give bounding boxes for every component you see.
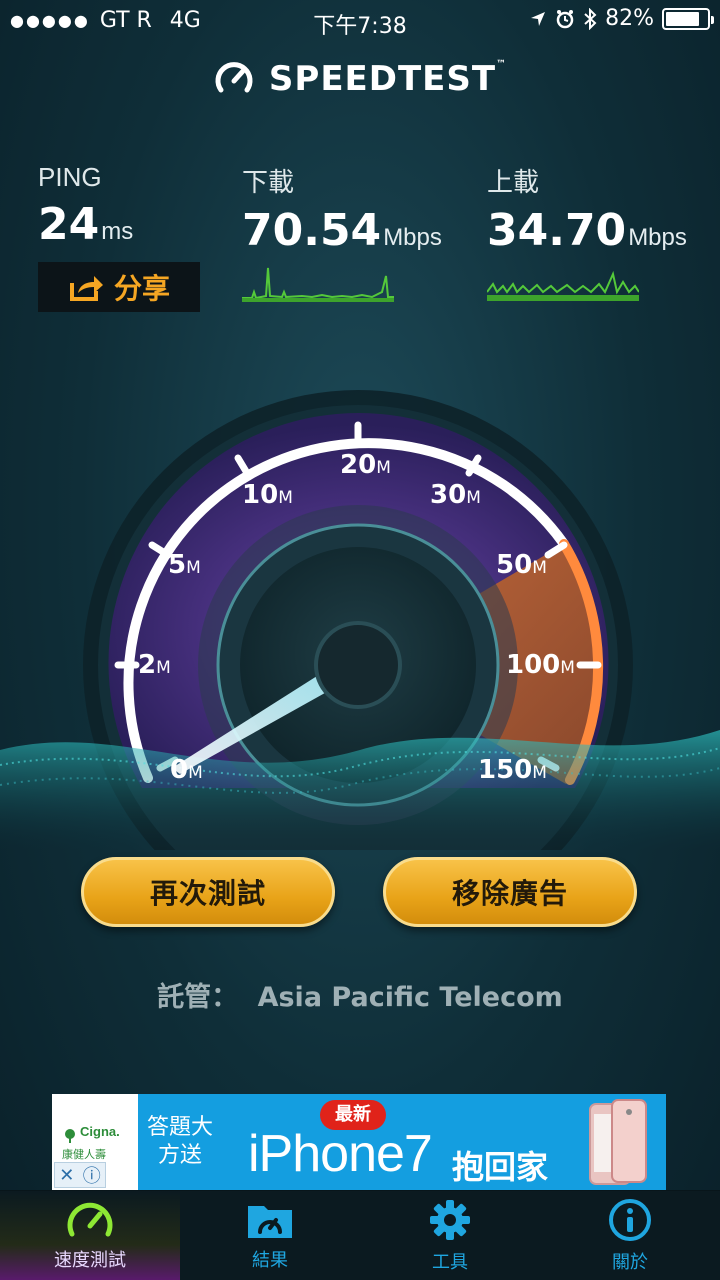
- gauge-label-5: 5M: [168, 550, 201, 580]
- share-label: 分享: [113, 272, 170, 305]
- alarm-icon: [556, 9, 574, 28]
- app-logo: SPEEDTEST™: [0, 58, 720, 100]
- location-arrow-icon: [531, 11, 546, 26]
- ping-stat: PING 24ms: [38, 162, 133, 250]
- ad-product: iPhone7: [248, 1125, 433, 1183]
- ad-info-icon[interactable]: ⓘ: [83, 1162, 101, 1188]
- status-bar: ●●●●● GT R 4G 下午7:38 82%: [0, 0, 720, 40]
- gauge-label-150: 150M: [478, 755, 547, 785]
- host-info: 託管： Asia Pacific Telecom: [0, 975, 720, 1014]
- ad-brand-panel: Cigna. 康健人壽 ✕ ⓘ: [52, 1094, 138, 1190]
- tab-about[interactable]: 關於: [540, 1191, 720, 1280]
- remove-ads-button[interactable]: 移除廣告: [383, 857, 637, 927]
- ad-close-icon[interactable]: ✕: [59, 1165, 74, 1186]
- gauge-label-20: 20M: [340, 450, 391, 480]
- ad-controls: ✕ ⓘ: [54, 1162, 106, 1188]
- speed-gauge: 0M 2M 5M 10M 20M 30M 50M 100M 150M: [0, 370, 720, 940]
- share-icon: [69, 276, 103, 301]
- share-button[interactable]: 分享: [38, 262, 200, 312]
- battery-percent: 82%: [605, 6, 654, 31]
- gauge-label-10: 10M: [242, 480, 293, 510]
- upload-sparkline: [487, 270, 639, 301]
- download-stat: 下載 70.54Mbps: [242, 162, 442, 302]
- iphone-image: [589, 1099, 647, 1185]
- gear-icon: [430, 1200, 470, 1240]
- cigna-tree-icon: [65, 1129, 75, 1143]
- upload-label: 上載: [487, 167, 540, 197]
- gauge-label-50: 50M: [496, 550, 547, 580]
- status-right: 82%: [529, 6, 714, 31]
- bluetooth-icon: [584, 7, 597, 30]
- retest-button[interactable]: 再次測試: [81, 857, 335, 927]
- ping-value: 24: [38, 199, 100, 250]
- speedometer-icon: [67, 1202, 113, 1237]
- results-folder-icon: [248, 1206, 292, 1238]
- download-unit: Mbps: [383, 224, 442, 251]
- tab-bar: 速度測試 結果 工具 關於: [0, 1190, 720, 1280]
- tab-speed-test[interactable]: 速度測試: [0, 1191, 180, 1280]
- ping-label: PING: [38, 162, 102, 192]
- download-label: 下載: [242, 167, 295, 197]
- ping-unit: ms: [101, 218, 134, 245]
- gauge-label-100: 100M: [506, 650, 575, 680]
- ad-question: 答題大方送: [146, 1115, 213, 1168]
- info-icon: [609, 1199, 651, 1241]
- tab-label-speed-test: 速度測試: [54, 1250, 126, 1271]
- gauge-label-0: 0M: [170, 755, 203, 785]
- download-value: 70.54: [242, 205, 382, 256]
- host-label: 託管：: [157, 982, 239, 1013]
- tab-label-about: 關於: [612, 1252, 648, 1273]
- tab-results[interactable]: 結果: [180, 1191, 360, 1280]
- download-sparkline: [242, 267, 394, 302]
- ad-brand-name: Cigna.: [80, 1124, 120, 1139]
- ad-banner[interactable]: Cigna. 康健人壽 ✕ ⓘ 答題大方送 最新 iPhone7 抱回家: [52, 1094, 666, 1190]
- upload-value: 34.70: [487, 205, 627, 256]
- upload-unit: Mbps: [628, 224, 687, 251]
- app-title: SPEEDTEST™: [268, 59, 508, 99]
- ad-brand-sub: 康健人壽: [62, 1148, 106, 1161]
- tab-label-results: 結果: [252, 1250, 288, 1271]
- gauge-svg: [0, 390, 720, 940]
- battery-icon: [662, 7, 714, 30]
- gauge-label-2: 2M: [138, 650, 171, 680]
- gauge-label-30: 30M: [430, 480, 481, 510]
- tab-tools[interactable]: 工具: [360, 1191, 540, 1280]
- tab-label-tools: 工具: [432, 1252, 468, 1273]
- upload-stat: 上載 34.70Mbps: [487, 162, 687, 302]
- speedtest-logo-icon: [215, 62, 253, 93]
- ad-tagline: 抱回家: [452, 1148, 549, 1186]
- host-name: Asia Pacific Telecom: [257, 982, 563, 1013]
